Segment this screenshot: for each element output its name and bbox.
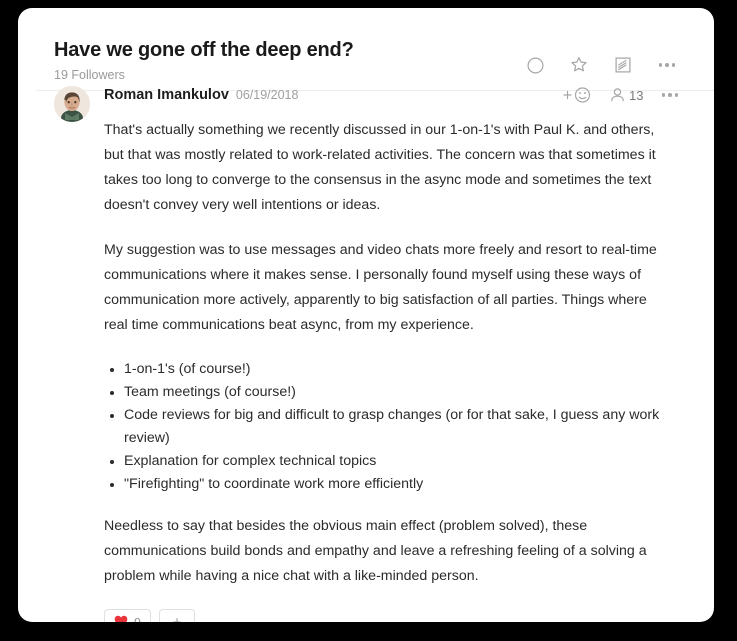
reaction-heart[interactable]: 9	[104, 609, 151, 622]
heart-icon	[114, 615, 128, 622]
post-date: 06/19/2018	[235, 88, 299, 102]
post-paragraph: My suggestion was to use messages and vi…	[104, 242, 657, 333]
list-item: Explanation for complex technical topics	[110, 450, 672, 473]
reactions-bar: 9 +	[104, 609, 678, 622]
list-item: 1-on-1's (of course!)	[110, 358, 672, 381]
add-reaction-button[interactable]	[562, 86, 592, 104]
add-reaction-pill[interactable]: +	[158, 609, 195, 622]
post-paragraph: Needless to say that besides the obvious…	[104, 518, 647, 584]
post-bullet-list: 1-on-1's (of course!) Team meetings (of …	[104, 358, 672, 496]
viewer-count-indicator[interactable]: 13	[610, 87, 644, 103]
author-name[interactable]: Roman Imankulov	[104, 87, 229, 103]
list-item: "Firefighting" to coordinate work more e…	[110, 473, 672, 496]
three-dots-icon	[658, 63, 676, 67]
reaction-count: 9	[134, 616, 141, 623]
post-actions: 13	[562, 86, 678, 104]
topic-header: Have we gone off the deep end? 19 Follow…	[18, 8, 714, 82]
list-item: Team meetings (of course!)	[110, 381, 672, 404]
topic-card: Have we gone off the deep end? 19 Follow…	[18, 8, 714, 622]
viewer-count-value: 13	[629, 87, 644, 103]
post-body: That's actually something we recently di…	[104, 118, 678, 589]
author-line: Roman Imankulov 06/19/2018	[104, 86, 298, 103]
post-paragraph: That's actually something we recently di…	[104, 122, 656, 213]
post-header: Roman Imankulov 06/19/2018 13	[54, 86, 678, 122]
avatar[interactable]	[54, 86, 90, 122]
list-item: Code reviews for big and difficult to gr…	[110, 404, 672, 450]
post-more-menu[interactable]	[661, 93, 678, 97]
post: Roman Imankulov 06/19/2018 13 That's act…	[18, 68, 714, 622]
three-dots-icon	[661, 93, 678, 97]
